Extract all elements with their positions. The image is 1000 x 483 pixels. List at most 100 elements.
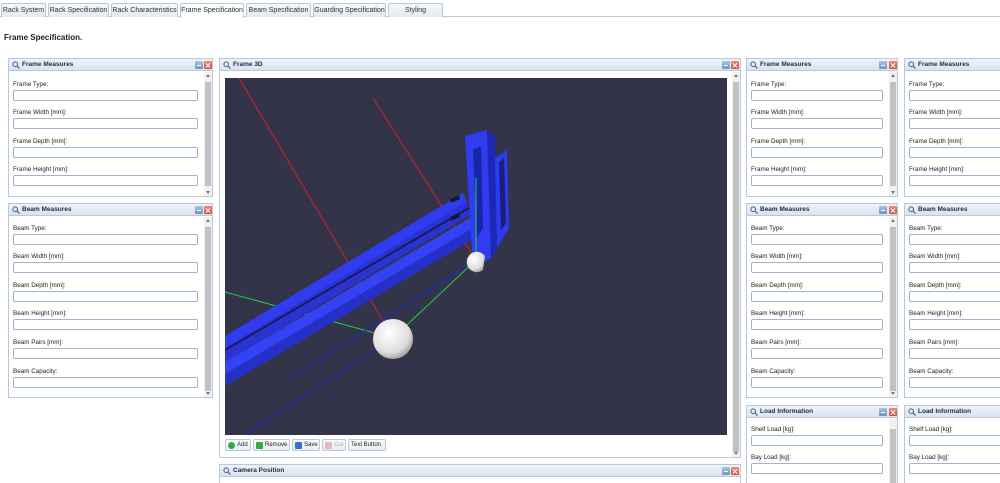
tab-rack-system[interactable]: Rack System xyxy=(1,3,46,17)
beam-pairs-input[interactable] xyxy=(909,348,1000,359)
beam-type-input[interactable] xyxy=(13,234,198,245)
remove-icon xyxy=(256,442,263,449)
minimize-button[interactable] xyxy=(195,206,203,214)
tab-guarding-specification[interactable]: Guarding Specification xyxy=(313,3,386,17)
vertical-scrollbar[interactable] xyxy=(889,419,897,483)
minimize-button[interactable] xyxy=(879,61,887,69)
beam-depth-input[interactable] xyxy=(751,291,883,302)
frame-height-input[interactable] xyxy=(909,175,1000,186)
minimize-button[interactable] xyxy=(195,61,203,69)
frame-depth-input[interactable] xyxy=(751,147,883,158)
close-button[interactable] xyxy=(889,61,897,69)
beam-height-input[interactable] xyxy=(909,319,1000,330)
frame-width-input[interactable] xyxy=(13,118,198,129)
beam-measures-panel-2: Beam Measures Beam Type: Beam Width [mm]… xyxy=(746,203,898,398)
frame-type-input[interactable] xyxy=(909,90,1000,101)
frame-depth-input[interactable] xyxy=(909,147,1000,158)
vertical-scrollbar[interactable] xyxy=(889,72,897,196)
close-button[interactable] xyxy=(204,206,212,214)
save-button[interactable]: Save xyxy=(292,439,320,451)
remove-button[interactable]: Remove xyxy=(253,439,290,451)
bay-load-input[interactable] xyxy=(751,463,883,474)
frame-width-input[interactable] xyxy=(751,118,883,129)
shelf-load-input[interactable] xyxy=(909,435,1000,446)
field-label-beam-type: Beam Type: xyxy=(13,225,47,232)
minimize-button[interactable] xyxy=(879,408,887,416)
field-label-beam-capacity: Beam Capacity: xyxy=(751,368,796,375)
beam-type-input[interactable] xyxy=(751,234,883,245)
save-label: Save xyxy=(304,442,318,448)
minimize-button[interactable] xyxy=(879,206,887,214)
beam-lower-side xyxy=(225,228,475,386)
beam-lower-face xyxy=(225,218,473,374)
search-icon xyxy=(908,408,916,416)
beam-capacity-input[interactable] xyxy=(909,377,1000,388)
search-icon xyxy=(750,61,758,69)
close-button[interactable] xyxy=(889,206,897,214)
vertical-scrollbar[interactable] xyxy=(732,72,740,457)
beam-capacity-input[interactable] xyxy=(13,377,198,388)
beam-width-input[interactable] xyxy=(13,262,198,273)
beam-width-input[interactable] xyxy=(751,262,883,273)
tab-styling[interactable]: Styling xyxy=(388,3,443,17)
close-button[interactable] xyxy=(731,467,739,475)
field-label-frame-width: Frame Width [mm]: xyxy=(13,109,67,116)
joint-sphere-large[interactable] xyxy=(373,319,413,359)
beam-pairs-input[interactable] xyxy=(751,348,883,359)
panel-header: Load Information xyxy=(905,406,1000,418)
bay-load-input[interactable] xyxy=(909,463,1000,474)
frame-width-input[interactable] xyxy=(909,118,1000,129)
cut-button[interactable]: Cut xyxy=(322,439,346,451)
load-information-panel-2: Load Information Shelf Load [kg]: Bay Lo… xyxy=(904,405,1000,483)
frame-type-input[interactable] xyxy=(751,90,883,101)
beam-height-input[interactable] xyxy=(751,319,883,330)
close-button[interactable] xyxy=(204,61,212,69)
field-label-frame-height: Frame Height [mm]: xyxy=(909,166,965,173)
beam-type-input[interactable] xyxy=(909,234,1000,245)
search-icon xyxy=(750,408,758,416)
beam-depth-input[interactable] xyxy=(13,291,198,302)
beam-height-input[interactable] xyxy=(13,319,198,330)
tab-beam-specification[interactable]: Beam Specification xyxy=(246,3,311,17)
search-icon xyxy=(12,61,20,69)
field-label-frame-width: Frame Width [mm]: xyxy=(751,109,805,116)
beam-measures-panel-3: Beam Measures Beam Type: Beam Width [mm]… xyxy=(904,203,1000,398)
beam-capacity-input[interactable] xyxy=(751,377,883,388)
frame-measures-panel-2: Frame Measures Frame Type: Frame Width [… xyxy=(746,58,898,197)
shelf-load-input[interactable] xyxy=(751,435,883,446)
field-label-beam-depth: Beam Depth [mm]: xyxy=(751,282,804,289)
close-button[interactable] xyxy=(889,408,897,416)
vertical-scrollbar[interactable] xyxy=(889,217,897,397)
tab-rack-specification[interactable]: Rack Specification xyxy=(48,3,109,17)
tab-frame-specification[interactable]: Frame Specification xyxy=(180,3,244,18)
3d-viewport[interactable] xyxy=(224,77,727,449)
cut-label: Cut xyxy=(334,442,344,448)
field-label-beam-width: Beam Width [mm]: xyxy=(13,253,65,260)
tab-rack-characteristics[interactable]: Rack Characteristics xyxy=(111,3,178,17)
field-label-frame-depth: Frame Depth [mm]: xyxy=(13,138,68,145)
close-button[interactable] xyxy=(731,61,739,69)
beam-depth-input[interactable] xyxy=(909,291,1000,302)
search-icon xyxy=(750,206,758,214)
field-label-frame-type: Frame Type: xyxy=(751,81,787,88)
panel-header: Beam Measures xyxy=(905,204,1000,216)
frame-height-input[interactable] xyxy=(751,175,883,186)
vertical-scrollbar[interactable] xyxy=(204,217,212,397)
frame-type-input[interactable] xyxy=(13,90,198,101)
add-button[interactable]: Add xyxy=(225,439,251,451)
beam-width-input[interactable] xyxy=(909,262,1000,273)
field-label-frame-height: Frame Height [mm]: xyxy=(13,166,69,173)
frame-depth-input[interactable] xyxy=(13,147,198,158)
vertical-scrollbar[interactable] xyxy=(204,72,212,196)
text-button[interactable]: Text Button xyxy=(348,439,386,451)
frame-measures-panel: Frame Measures Frame Type: Frame Width [… xyxy=(8,58,213,197)
frame-measures-panel-3: Frame Measures Frame Type: Frame Width [… xyxy=(904,58,1000,197)
frame-height-input[interactable] xyxy=(13,175,198,186)
field-label-frame-depth: Frame Depth [mm]: xyxy=(751,138,806,145)
field-label-beam-height: Beam Height [mm]: xyxy=(909,310,963,317)
joint-sphere-small[interactable] xyxy=(466,251,485,273)
minimize-button[interactable] xyxy=(722,61,730,69)
minimize-button[interactable] xyxy=(722,467,730,475)
beam-pairs-input[interactable] xyxy=(13,348,198,359)
field-label-beam-width: Beam Width [mm]: xyxy=(909,253,961,260)
